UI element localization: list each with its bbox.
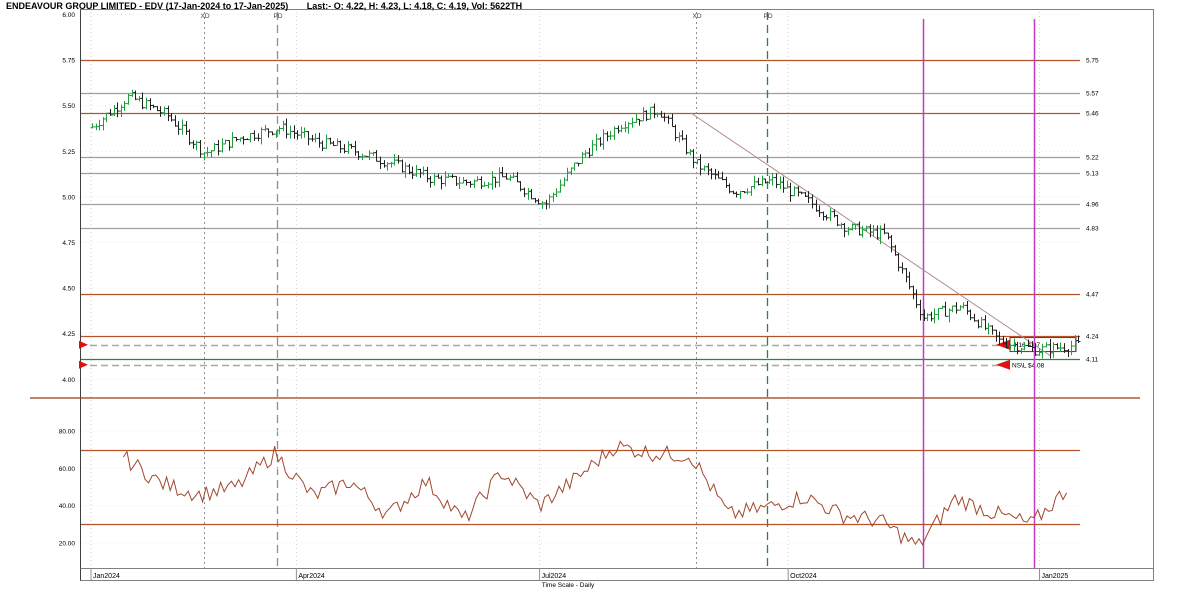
price-y-tick-label: 5.75 [62, 58, 75, 65]
x-tick-label: Jan2024 [93, 573, 120, 580]
stop-label-lower: NS\L $4.08 [1012, 362, 1045, 369]
price-y-tick-label: 4.75 [62, 240, 75, 247]
price-level-label: 4.11 [1086, 357, 1099, 364]
price-level-label: 5.46 [1086, 111, 1099, 118]
event-marker-label: XD [693, 13, 702, 20]
indicator-series-line [123, 441, 1066, 544]
price-y-tick-label: 6.00 [62, 12, 75, 19]
price-level-label: 4.83 [1086, 226, 1099, 233]
stop-marker-left [79, 341, 88, 349]
chart-container: ENDEAVOUR GROUP LIMITED - EDV (17-Jan-20… [0, 0, 1200, 590]
chart-svg[interactable]: Jan2024 Apr2024 Jul2024 Oct2024 Jan2025 Time … [0, 0, 1200, 590]
price-y-tick-label: 4.50 [62, 286, 75, 293]
indicator-y-tick-label: 80.00 [59, 429, 76, 436]
x-tick-label: Jul2024 [542, 573, 567, 580]
price-level-label: 5.13 [1086, 171, 1099, 178]
indicator-y-tick-label: 20.00 [59, 540, 76, 547]
price-level-label: 4.24 [1086, 334, 1099, 341]
price-level-label: 5.75 [1086, 58, 1099, 65]
chart-title-quote: Last:- O: 4.22, H: 4.23, L: 4.18, C: 4.1… [307, 1, 522, 11]
price-y-tick-label: 4.00 [62, 377, 75, 384]
price-bars-group [91, 90, 1081, 359]
price-level-label: 5.57 [1086, 91, 1099, 98]
price-level-label: 4.96 [1086, 202, 1099, 209]
price-y-tick-label: 4.25 [62, 331, 75, 338]
event-marker-label: XD [201, 13, 210, 20]
x-axis-title: Time Scale - Daily [542, 582, 595, 589]
price-y-tick-label: 5.25 [62, 149, 75, 156]
x-tick-label: Oct2024 [790, 573, 817, 580]
stop-marker-right [996, 360, 1010, 370]
price-y-tick-label: 5.00 [62, 194, 75, 201]
stop-marker-left [79, 361, 88, 369]
indicator-y-tick-label: 60.00 [59, 466, 76, 473]
price-level-label: 4.47 [1086, 292, 1099, 299]
indicator-y-tick-label: 40.00 [59, 503, 76, 510]
price-y-tick-label: 5.50 [62, 103, 75, 110]
chart-title-name: ENDEAVOUR GROUP LIMITED - EDV (17-Jan-20… [6, 1, 288, 11]
price-level-label: 5.22 [1086, 155, 1099, 162]
event-marker-label: PD [274, 13, 283, 20]
chart-title: ENDEAVOUR GROUP LIMITED - EDV (17-Jan-20… [6, 1, 538, 11]
x-tick-label: Jan2025 [1041, 573, 1068, 580]
x-tick-label: Apr2024 [298, 573, 325, 580]
event-marker-label: PD [764, 13, 773, 20]
